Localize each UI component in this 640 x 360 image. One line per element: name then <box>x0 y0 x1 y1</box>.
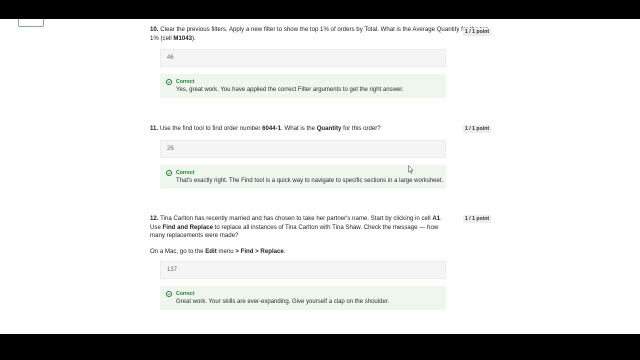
feedback-title: Correct <box>176 170 195 176</box>
question-text: Use the find tool to find order number <box>159 125 263 132</box>
mouse-pointer-icon <box>408 165 414 174</box>
question-text: ). <box>192 34 196 42</box>
answer-field: 26 <box>160 140 446 158</box>
answer-field: 137 <box>160 261 446 279</box>
check-circle-icon <box>166 170 172 176</box>
answer-field: 46 <box>160 49 446 67</box>
quiz-page: 10. Clear the previous filters. Apply a … <box>0 19 640 334</box>
feedback-title: Correct <box>176 291 195 297</box>
question-bold-text: 6044-1 <box>262 125 282 132</box>
feedback-correct: Correct Great work. Your skills are ever… <box>160 286 446 310</box>
instruction-text: menu <box>216 248 236 255</box>
feedback-text: Great work. Your skills are ever-expandi… <box>176 299 390 305</box>
points-badge: 1 / 1 point <box>463 215 491 223</box>
instruction-text: On a Mac, go to the <box>150 248 206 255</box>
question-number: 10. <box>150 26 159 33</box>
feedback-text: That's exactly right. The Find tool is a… <box>176 178 444 184</box>
points-badge: 1 / 1 point <box>463 125 491 133</box>
question-12-prompt: 12. Tina Carlton has recently married an… <box>150 215 450 241</box>
feedback-text: Yes, great work. You have applied the co… <box>176 87 404 93</box>
check-circle-icon <box>166 291 172 297</box>
question-text: Tina Carlton has recently married and ha… <box>160 215 433 222</box>
mac-instructions: On a Mac, go to the Edit menu > Find > R… <box>150 248 450 256</box>
instruction-text: . <box>283 248 286 255</box>
feedback-title: Correct <box>176 79 195 85</box>
check-circle-icon <box>166 79 172 85</box>
question-number: 11. <box>150 125 159 132</box>
question-bold-text: Quantity <box>316 125 342 132</box>
question-text: Clear the previous filters. Apply a new … <box>150 26 489 42</box>
instruction-bold-text: Edit <box>205 248 217 255</box>
question-11-prompt: 11. Use the find tool to find order numb… <box>150 125 490 134</box>
feedback-correct: Correct That's exactly right. The Find t… <box>160 165 446 189</box>
question-10-prompt: 10. Clear the previous filters. Apply a … <box>150 26 490 43</box>
question-bold-text: Find and Replace <box>162 223 213 231</box>
question-text: . What is the <box>281 125 317 132</box>
top-button[interactable] <box>18 19 44 27</box>
feedback-correct: Correct Yes, great work. You have applie… <box>160 74 446 98</box>
question-number: 12. <box>150 215 159 222</box>
points-badge: 1 / 1 point <box>463 28 491 36</box>
question-bold-text: A1 <box>432 215 441 222</box>
question-bold-text: M1043 <box>173 34 193 42</box>
instruction-bold-text: > Find > Replace <box>235 248 284 255</box>
question-text: for this order? <box>341 125 381 132</box>
